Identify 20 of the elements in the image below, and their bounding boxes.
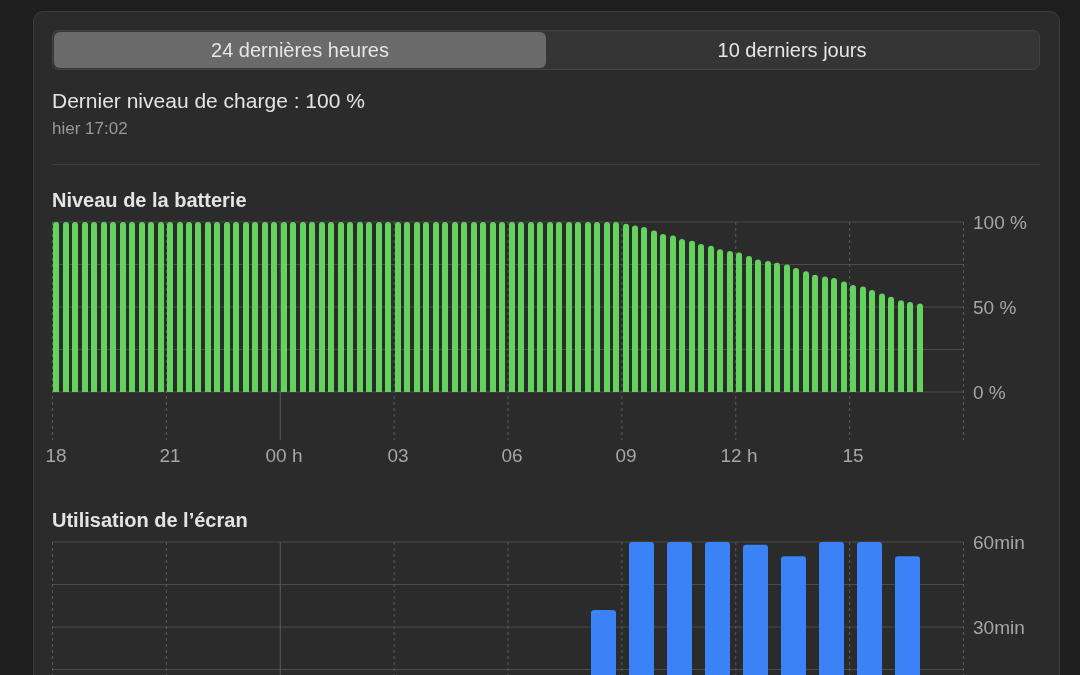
tab[interactable]: 24 dernières heures (54, 32, 546, 68)
axis-label: 30min (973, 617, 1025, 638)
axis-label: 00 h (265, 445, 303, 466)
axis-label: 18 (45, 445, 67, 466)
axis-label: 15 (842, 445, 864, 466)
last-charge-time: hier 17:02 (52, 118, 129, 140)
axis-label: 100 % (973, 212, 1027, 233)
axis-label: 06 (501, 445, 523, 466)
bar (591, 610, 616, 675)
axis-label: 12 h (720, 445, 758, 466)
chart-title: Utilisation de l’écran (52, 508, 249, 532)
axis-label: 09 (615, 445, 637, 466)
axis-label: 03 (387, 445, 409, 466)
axis-label: 0 % (973, 382, 1006, 403)
tab[interactable]: 10 derniers jours (546, 32, 1038, 68)
axis-label: 50 % (973, 297, 1017, 318)
axis-label: 60min (973, 532, 1025, 553)
last-charge-text: Dernier niveau de charge : 100 % (52, 88, 366, 114)
axis-label: 21 (159, 445, 181, 466)
chart-title: Niveau de la batterie (52, 188, 248, 212)
